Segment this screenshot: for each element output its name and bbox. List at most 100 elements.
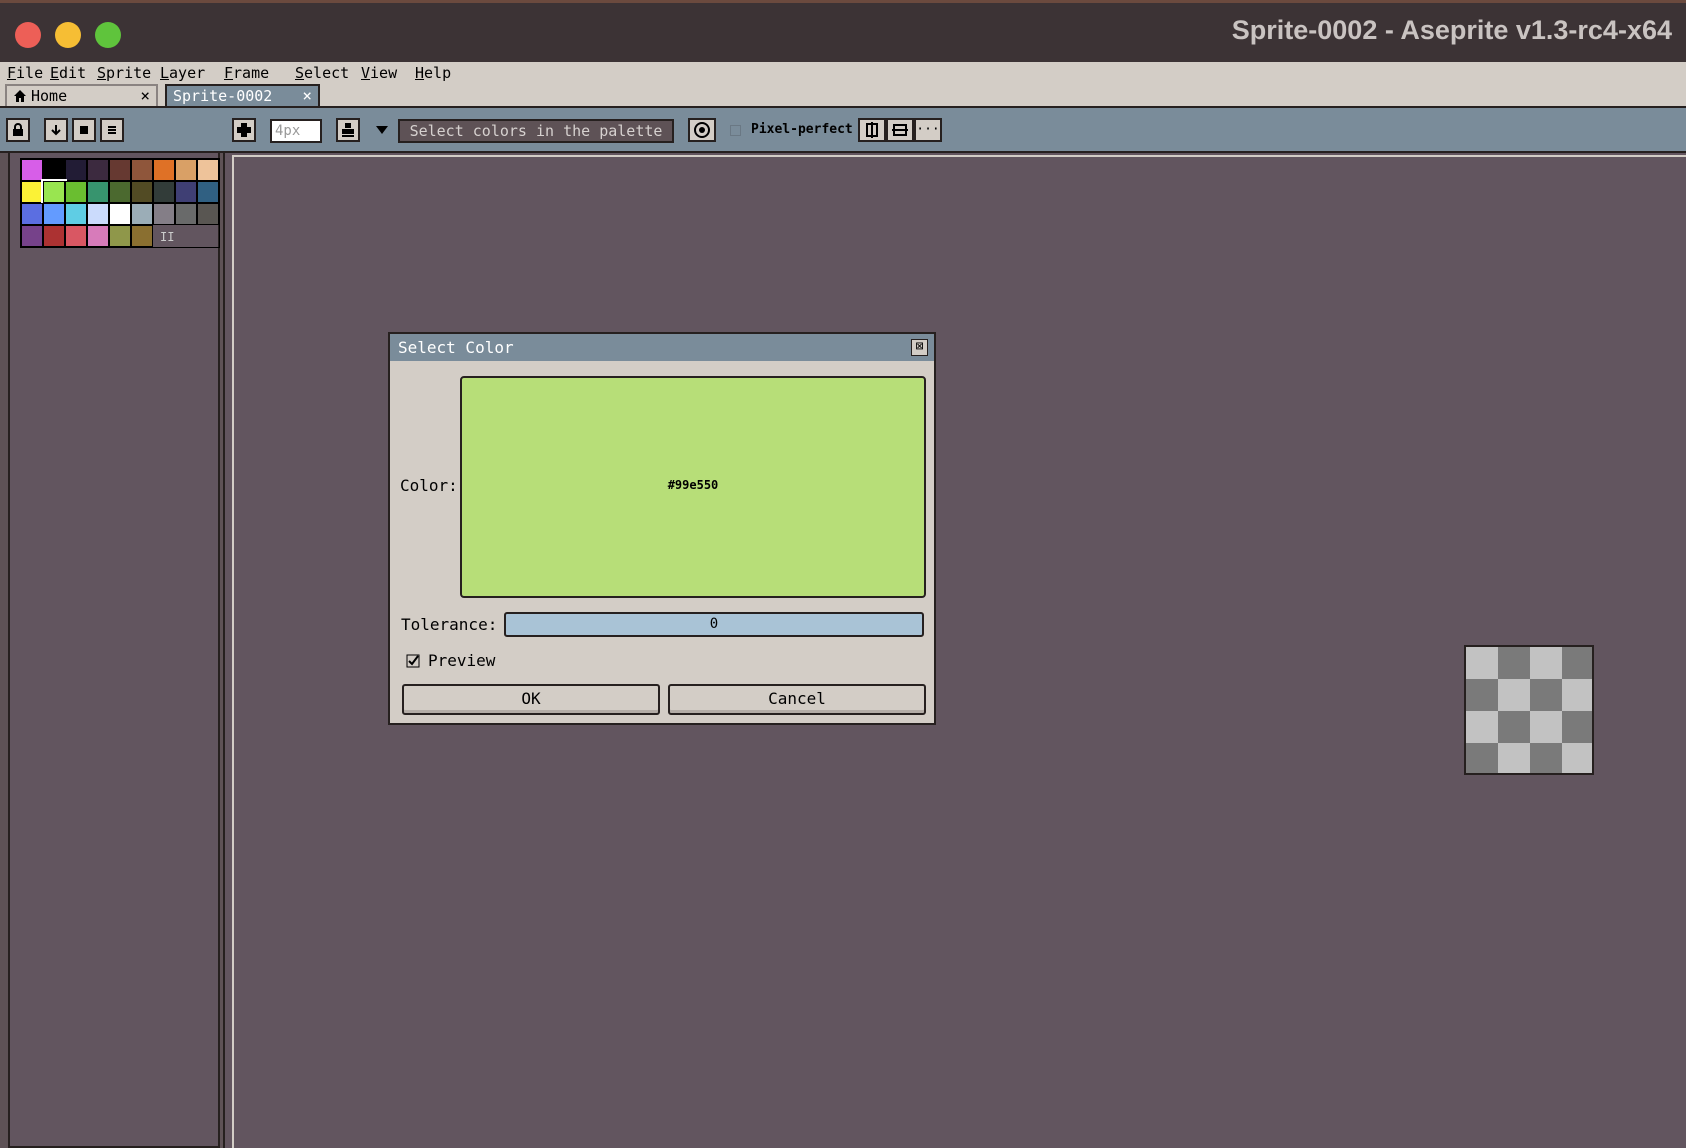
- brush-shape-icon: [237, 123, 251, 137]
- menu-bar: File Edit Sprite Layer Frame Select View…: [0, 62, 1686, 84]
- palette-swatch[interactable]: [131, 203, 153, 225]
- palette-options-button[interactable]: [100, 118, 124, 142]
- ok-button-label: OK: [521, 689, 541, 708]
- tab-sprite-close-icon[interactable]: ×: [302, 86, 312, 105]
- palette-swatch[interactable]: [153, 159, 175, 181]
- palette-swatch[interactable]: [65, 203, 87, 225]
- menu-frame[interactable]: Frame: [224, 64, 269, 82]
- palette-swatch[interactable]: [109, 225, 131, 247]
- window-titlebar: Sprite-0002 - Aseprite v1.3-rc4-x64: [0, 0, 1686, 62]
- close-window-button[interactable]: [15, 22, 41, 48]
- symmetry-v-icon: [892, 124, 908, 136]
- palette-resize-indicator[interactable]: II: [160, 230, 174, 244]
- tab-sprite-label: Sprite-0002: [173, 87, 273, 105]
- palette-swatch[interactable]: [109, 181, 131, 203]
- menu-edit[interactable]: Edit: [50, 64, 86, 82]
- palette-swatch[interactable]: [87, 181, 109, 203]
- pixel-perfect-label: Pixel-perfect: [751, 122, 853, 137]
- palette-swatch[interactable]: [131, 225, 153, 247]
- palette-swatch[interactable]: [175, 181, 197, 203]
- window-title: Sprite-0002 - Aseprite v1.3-rc4-x64: [1231, 15, 1672, 45]
- tab-bar: Home × Sprite-0002 ×: [0, 84, 1686, 108]
- tab-home-close-icon[interactable]: ×: [140, 86, 150, 105]
- arrow-down-icon: [51, 125, 61, 136]
- color-hex-value: #99e550: [667, 478, 719, 492]
- color-swatch[interactable]: #99e550: [460, 376, 926, 598]
- target-icon: [694, 122, 710, 138]
- stamp-icon: [342, 123, 354, 137]
- palette-swatch[interactable]: [131, 181, 153, 203]
- cancel-button-label: Cancel: [768, 689, 826, 708]
- palette-swatch[interactable]: [197, 159, 219, 181]
- menu-help[interactable]: Help: [415, 64, 451, 82]
- palette-swatch[interactable]: [43, 203, 65, 225]
- palette-swatch[interactable]: [153, 181, 175, 203]
- palette-swatch[interactable]: [197, 203, 219, 225]
- preview-checkbox[interactable]: [406, 654, 420, 668]
- palette-swatch[interactable]: [43, 225, 65, 247]
- palette-swatch[interactable]: [175, 203, 197, 225]
- cancel-button[interactable]: Cancel: [668, 684, 926, 715]
- palette-swatch[interactable]: [65, 159, 87, 181]
- symmetry-vertical-button[interactable]: [886, 118, 914, 142]
- palette-swatch[interactable]: [43, 159, 65, 181]
- palette-swatch[interactable]: [21, 203, 43, 225]
- brush-type-button[interactable]: [232, 118, 256, 142]
- palette-swatch[interactable]: [175, 159, 197, 181]
- menu-layer[interactable]: Layer: [160, 64, 205, 82]
- menu-select[interactable]: Select: [295, 64, 349, 82]
- tab-home[interactable]: Home ×: [5, 84, 158, 106]
- select-color-dialog: Select Color ⊠ Color: #99e550 Tolerance:…: [388, 332, 936, 725]
- color-label: Color:: [400, 476, 458, 495]
- dialog-close-icon[interactable]: ⊠: [911, 339, 928, 356]
- maximize-window-button[interactable]: [95, 22, 121, 48]
- sort-down-button[interactable]: [44, 118, 68, 142]
- ok-button[interactable]: OK: [402, 684, 660, 715]
- more-options-button[interactable]: ···: [914, 118, 942, 142]
- pick-mode-field[interactable]: Select colors in the palette: [398, 119, 674, 143]
- symmetry-h-icon: [866, 122, 878, 138]
- home-icon: [14, 90, 26, 102]
- menu-view[interactable]: View: [361, 64, 397, 82]
- palette-swatch[interactable]: [131, 159, 153, 181]
- dropdown-arrow-icon[interactable]: [375, 125, 389, 135]
- palette-grid: [20, 158, 220, 248]
- eyedropper-sample-button[interactable]: [688, 118, 716, 142]
- palette-swatch[interactable]: [21, 181, 43, 203]
- preview-label: Preview: [428, 651, 496, 670]
- menu-sprite[interactable]: Sprite: [97, 64, 151, 82]
- palette-swatch[interactable]: [87, 225, 109, 247]
- dialog-title: Select Color: [390, 334, 934, 361]
- menu-file[interactable]: File: [7, 64, 43, 82]
- ink-type-button[interactable]: [336, 118, 360, 142]
- tolerance-label: Tolerance:: [401, 615, 498, 634]
- palette-swatch[interactable]: [21, 225, 43, 247]
- brush-size-input[interactable]: 4px: [270, 119, 322, 143]
- palette-panel: II: [0, 153, 225, 1148]
- palette-preset-button[interactable]: [72, 118, 96, 142]
- palette-swatch[interactable]: [197, 181, 219, 203]
- lock-icon: [13, 123, 23, 136]
- palette-swatch[interactable]: [65, 181, 87, 203]
- pixel-perfect-checkbox[interactable]: [730, 125, 741, 136]
- tab-home-label: Home: [31, 87, 68, 105]
- palette-swatch[interactable]: [65, 225, 87, 247]
- sprite-canvas[interactable]: [1464, 645, 1594, 775]
- context-toolbar: 4px Select colors in the palette Pixel-p…: [0, 108, 1686, 153]
- symmetry-horizontal-button[interactable]: [858, 118, 886, 142]
- palette-swatch[interactable]: [109, 203, 131, 225]
- tab-sprite-0002[interactable]: Sprite-0002 ×: [165, 84, 320, 106]
- palette-swatch[interactable]: [153, 203, 175, 225]
- menu-lines-icon: [108, 126, 116, 134]
- palette-swatch[interactable]: [87, 159, 109, 181]
- tolerance-slider[interactable]: 0: [504, 612, 924, 637]
- palette-swatch[interactable]: [109, 159, 131, 181]
- square-icon: [80, 126, 88, 134]
- palette-swatch[interactable]: [87, 203, 109, 225]
- lock-button[interactable]: [6, 118, 30, 142]
- palette-swatch[interactable]: [41, 179, 67, 205]
- minimize-window-button[interactable]: [55, 22, 81, 48]
- palette-swatch[interactable]: [21, 159, 43, 181]
- palette-container: II: [8, 153, 220, 1148]
- checkmark-icon: [406, 654, 420, 668]
